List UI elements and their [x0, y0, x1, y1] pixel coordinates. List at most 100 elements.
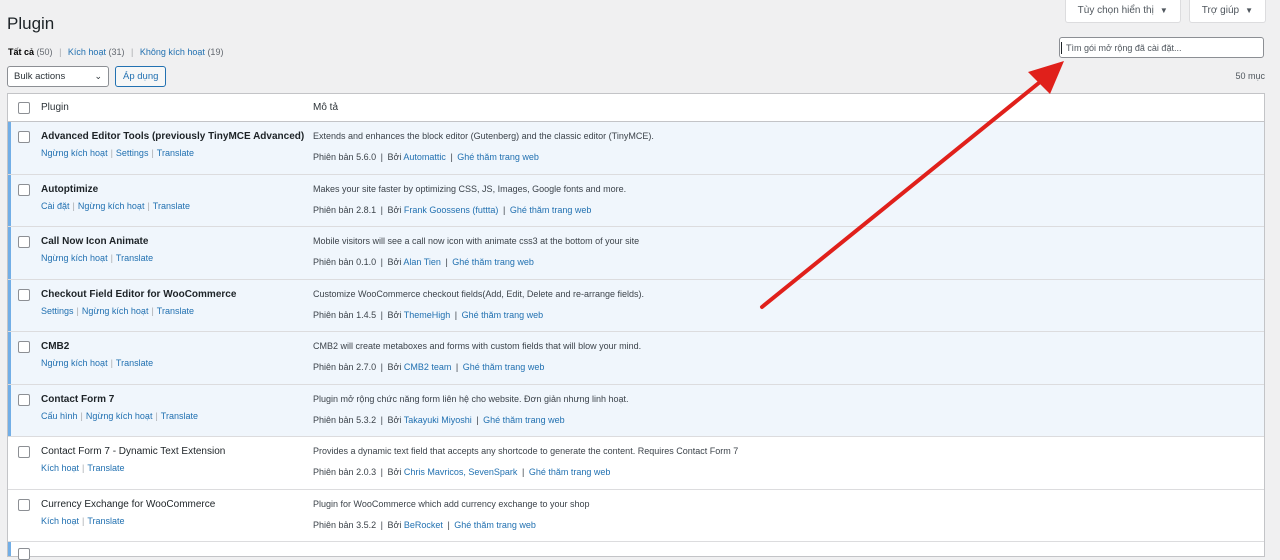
action-settings[interactable]: Settings: [116, 148, 149, 158]
version: 2.0.3: [356, 467, 377, 477]
action-translate[interactable]: Translate: [116, 253, 153, 263]
apply-button[interactable]: Áp dụng: [115, 66, 167, 87]
separator: |: [380, 309, 383, 320]
action-settings[interactable]: Settings: [41, 306, 74, 316]
version-prefix: Phiên bản: [313, 309, 354, 320]
select-all-checkbox[interactable]: [18, 102, 30, 114]
visit-site-link[interactable]: Ghé thăm trang web: [483, 415, 565, 425]
action-translate[interactable]: Translate: [157, 306, 194, 316]
row-checkbox[interactable]: [18, 131, 30, 143]
visit-site-link[interactable]: Ghé thăm trang web: [463, 362, 545, 372]
author-link[interactable]: CMB2 team: [404, 362, 452, 372]
action-translate[interactable]: Translate: [161, 411, 198, 421]
action-translate[interactable]: Translate: [87, 463, 124, 473]
plugin-meta: Phiên bản 3.5.2 | Bởi BeRocket | Ghé thă…: [313, 520, 536, 530]
version: 2.7.0: [356, 362, 377, 372]
action-deactivate[interactable]: Ngừng kích hoạt: [82, 306, 149, 316]
visit-site-link[interactable]: Ghé thăm trang web: [452, 257, 534, 267]
screen-options-button[interactable]: Tùy chọn hiển thị ▼: [1064, 0, 1181, 23]
separator: |: [380, 362, 383, 372]
action-settings[interactable]: Cài đặt: [41, 201, 70, 211]
separator: |: [110, 253, 113, 263]
bulk-actions-select[interactable]: Bulk actions ⌄: [7, 66, 109, 87]
help-button[interactable]: Trợ giúp ▼: [1188, 0, 1266, 23]
plugin-name: Contact Form 7 - Dynamic Text Extension: [41, 446, 226, 457]
table-row: Currency Exchange for WooCommerce Kích h…: [8, 490, 1264, 542]
action-deactivate[interactable]: Ngừng kích hoạt: [41, 358, 108, 368]
filter-active-count: (31): [108, 47, 125, 57]
row-checkbox[interactable]: [18, 236, 30, 248]
by-prefix: Bởi: [387, 204, 402, 215]
row-checkbox[interactable]: [18, 288, 30, 301]
separator: |: [455, 362, 459, 372]
author-link[interactable]: Takayuki Miyoshi: [404, 415, 472, 425]
action-translate[interactable]: Translate: [157, 148, 194, 158]
row-checkbox[interactable]: [18, 393, 30, 406]
author-link[interactable]: Chris Mavricos, SevenSpark: [404, 467, 518, 477]
separator: |: [502, 204, 506, 215]
separator: |: [476, 414, 479, 425]
row-actions: Kích hoạt | Translate: [41, 516, 125, 526]
table-row: Autoptimize Cài đặt | Ngừng kích hoạt | Tran…: [8, 174, 1264, 227]
separator: |: [445, 257, 448, 267]
version-prefix: Phiên bản: [313, 204, 354, 215]
page-title: Plugin: [7, 14, 55, 33]
filter-active[interactable]: Kích hoạt: [68, 47, 106, 57]
plugin-description: CMB2 will create metaboxes and forms wit…: [313, 341, 642, 351]
screen-options-label: Tùy chọn hiển thị: [1077, 5, 1154, 16]
author-link[interactable]: Frank Goossens (futtta): [404, 205, 499, 215]
screen-meta-links: Tùy chọn hiển thị ▼ Trợ giúp ▼: [1064, 0, 1266, 23]
action-activate[interactable]: Kích hoạt: [41, 516, 79, 526]
separator: |: [72, 200, 75, 211]
author-link[interactable]: ThemeHigh: [404, 310, 451, 320]
row-checkbox[interactable]: [18, 548, 30, 560]
row-checkbox[interactable]: [18, 498, 30, 511]
separator: |: [82, 463, 85, 473]
row-checkbox[interactable]: [18, 341, 30, 353]
by-prefix: Bởi: [387, 362, 402, 372]
author-link[interactable]: Alan Tien: [403, 257, 441, 267]
action-translate[interactable]: Translate: [153, 201, 190, 211]
action-translate[interactable]: Translate: [87, 516, 124, 526]
action-configure[interactable]: Cấu hình: [41, 411, 78, 421]
help-label: Trợ giúp: [1201, 5, 1240, 16]
separator: |: [521, 467, 525, 477]
row-actions: Ngừng kích hoạt | Translate: [41, 358, 153, 368]
row-actions: Ngừng kích hoạt | Settings | Translate: [41, 148, 194, 158]
by-prefix: Bởi: [387, 519, 402, 530]
plugin-description: Customize WooCommerce checkout fields(Ad…: [313, 288, 644, 299]
plugin-name: Advanced Editor Tools (previously TinyMC…: [41, 131, 305, 142]
plugin-description: Plugin for WooCommerce which add currenc…: [313, 498, 590, 509]
row-checkbox[interactable]: [18, 446, 30, 458]
filter-all[interactable]: Tất cả: [8, 47, 34, 57]
table-row: Contact Form 7 - Dynamic Text Extension …: [8, 437, 1264, 490]
chevron-down-icon: ⌄: [94, 71, 102, 81]
action-activate[interactable]: Kích hoạt: [41, 463, 79, 473]
action-deactivate[interactable]: Ngừng kích hoạt: [41, 253, 108, 263]
separator: |: [151, 148, 154, 158]
separator: |: [380, 257, 383, 267]
caret-down-icon: ▼: [1159, 6, 1168, 15]
author-link[interactable]: Automattic: [403, 152, 446, 162]
visit-site-link[interactable]: Ghé thăm trang web: [462, 310, 544, 320]
action-deactivate[interactable]: Ngừng kích hoạt: [41, 148, 108, 158]
separator: |: [151, 305, 154, 316]
visit-site-link[interactable]: Ghé thăm trang web: [454, 520, 536, 530]
item-count: 50 mục: [1235, 71, 1265, 81]
visit-site-link[interactable]: Ghé thăm trang web: [529, 467, 611, 477]
visit-site-link[interactable]: Ghé thăm trang web: [510, 205, 592, 215]
plugin-search-input[interactable]: [1059, 37, 1264, 58]
version: 0.1.0: [356, 257, 377, 267]
action-deactivate[interactable]: Ngừng kích hoạt: [78, 201, 145, 211]
action-deactivate[interactable]: Ngừng kích hoạt: [86, 411, 153, 421]
author-link[interactable]: BeRocket: [404, 520, 443, 530]
row-checkbox[interactable]: [18, 183, 30, 196]
table-row: CMB2 Ngừng kích hoạt | Translate CMB2 will…: [8, 332, 1264, 385]
action-translate[interactable]: Translate: [116, 358, 153, 368]
filter-inactive[interactable]: Không kích hoạt: [140, 47, 205, 57]
version-prefix: Phiên bản: [313, 467, 354, 477]
visit-site-link[interactable]: Ghé thăm trang web: [457, 152, 539, 162]
separator: |: [110, 148, 113, 158]
row-actions: Ngừng kích hoạt | Translate: [41, 253, 153, 263]
by-prefix: Bởi: [387, 257, 402, 267]
